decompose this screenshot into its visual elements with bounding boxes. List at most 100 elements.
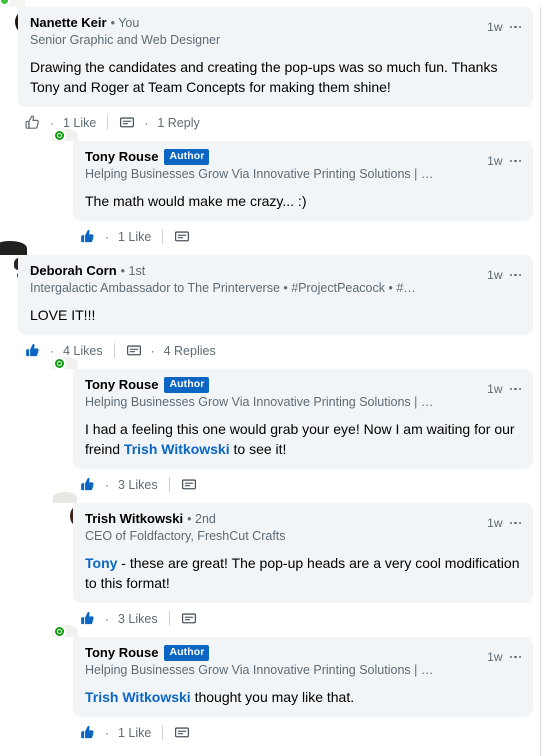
- comment-actions: · 1 Like: [73, 717, 533, 743]
- comment-bubble-icon[interactable]: [181, 611, 197, 627]
- like-count-label[interactable]: 1 Like: [118, 230, 151, 244]
- commenter-identity[interactable]: Tony Rouse Author Helping Businesses Grow …: [85, 149, 479, 182]
- commenter-name-line: Deborah Corn • 1st: [30, 263, 479, 279]
- thumbs-up-filled-icon[interactable]: [79, 610, 96, 627]
- commenter-identity[interactable]: Trish Witkowski • 2nd CEO of Foldfactory, …: [85, 511, 479, 544]
- commenter-headline: Intergalactic Ambassador to The Printerv…: [30, 281, 416, 295]
- commenter-name[interactable]: Deborah Corn: [30, 263, 117, 279]
- comment-text-run: The math would make me crazy... :): [85, 193, 307, 209]
- commenter-headline: Helping Businesses Grow Via Innovative P…: [85, 167, 434, 181]
- reply-action[interactable]: · 4 Replies: [126, 343, 216, 359]
- like-count-label[interactable]: 1 Like: [118, 726, 151, 740]
- comment-timestamp: 1w: [487, 268, 503, 282]
- comment-text-run: - these are great! The pop-up heads are …: [85, 555, 520, 591]
- like-action[interactable]: · 1 Like: [79, 724, 151, 741]
- comment-bubble-icon[interactable]: [181, 477, 197, 493]
- comment-text: Trish Witkowski thought you may like tha…: [85, 687, 521, 707]
- comment-bubble: Nanette Keir • You Senior Graphic and Web …: [18, 7, 533, 107]
- comment-text: LOVE IT!!!: [30, 305, 521, 325]
- like-action[interactable]: · 3 Likes: [79, 476, 158, 493]
- comment-meta: 1w: [487, 149, 521, 168]
- reply-action[interactable]: [174, 229, 190, 245]
- thumbs-up-filled-icon[interactable]: [79, 228, 96, 245]
- open-to-work-indicator: [53, 625, 66, 638]
- comment-meta: 1w: [487, 377, 521, 396]
- commenter-headline: Helping Businesses Grow Via Innovative P…: [85, 663, 434, 677]
- author-badge: Author: [164, 645, 210, 661]
- thumbs-up-filled-icon[interactable]: [79, 724, 96, 741]
- comment-header: Trish Witkowski • 2nd CEO of Foldfactory, …: [85, 511, 521, 544]
- actions-divider: [113, 343, 115, 358]
- more-options-icon[interactable]: [509, 521, 521, 525]
- thumbs-up-filled-icon[interactable]: [79, 476, 96, 493]
- commenter-identity[interactable]: Tony Rouse Author Helping Businesses Grow …: [85, 377, 479, 410]
- commenter-identity[interactable]: Deborah Corn • 1st Intergalactic Ambassado…: [30, 263, 479, 296]
- commenter-name[interactable]: Nanette Keir: [30, 15, 107, 31]
- commenter-name[interactable]: Tony Rouse: [85, 645, 158, 661]
- mention-link[interactable]: Tony: [85, 555, 117, 571]
- like-count-label[interactable]: 4 Likes: [63, 344, 103, 358]
- comment-actions: · 3 Likes: [73, 469, 533, 495]
- comment-thread: Nanette Keir • You Senior Graphic and Web …: [0, 0, 547, 749]
- comment-bubble-icon[interactable]: [174, 725, 190, 741]
- more-options-icon[interactable]: [509, 25, 521, 29]
- thumbs-up-filled-icon[interactable]: [24, 342, 41, 359]
- comment-meta: 1w: [487, 263, 521, 282]
- comment-timestamp: 1w: [487, 154, 503, 168]
- commenter-name-line: Trish Witkowski • 2nd: [85, 511, 479, 527]
- like-action[interactable]: · 1 Like: [79, 228, 151, 245]
- comment-body-column: Tony Rouse Author Helping Businesses Grow …: [73, 141, 533, 247]
- comment-timestamp: 1w: [487, 516, 503, 530]
- comment-bubble-icon[interactable]: [126, 343, 142, 359]
- connection-degree: • You: [110, 16, 140, 30]
- connection-degree: • 2nd: [187, 512, 216, 526]
- comment-bubble: Tony Rouse Author Helping Businesses Grow …: [73, 141, 533, 221]
- like-action[interactable]: · 3 Likes: [79, 610, 158, 627]
- separator-dot: ·: [144, 115, 149, 130]
- comment-meta: 1w: [487, 15, 521, 34]
- reply-action[interactable]: [181, 477, 197, 493]
- reply-action[interactable]: · 1 Reply: [119, 115, 200, 131]
- comment-text: Drawing the candidates and creating the …: [30, 57, 521, 97]
- comment-c4: Tony Rouse Author Helping Businesses Grow …: [0, 357, 547, 495]
- like-count-label[interactable]: 1 Like: [63, 116, 96, 130]
- comment-text-run: LOVE IT!!!: [30, 307, 96, 323]
- mention-link[interactable]: Trish Witkowski: [124, 441, 230, 457]
- separator-dot: ·: [105, 229, 109, 244]
- reply-action[interactable]: [181, 611, 197, 627]
- reply-count-label[interactable]: 4 Replies: [164, 344, 216, 358]
- comment-header: Tony Rouse Author Helping Businesses Grow …: [85, 645, 521, 678]
- comments-panel: Nanette Keir • You Senior Graphic and Web …: [0, 0, 547, 756]
- commenter-identity[interactable]: Tony Rouse Author Helping Businesses Grow …: [85, 645, 479, 678]
- comment-bubble-icon[interactable]: [174, 229, 190, 245]
- commenter-name-line: Tony Rouse Author: [85, 645, 479, 661]
- mention-link[interactable]: Trish Witkowski: [85, 689, 191, 705]
- commenter-name[interactable]: Tony Rouse: [85, 377, 158, 393]
- comment-text: Tony - these are great! The pop-up heads…: [85, 553, 521, 593]
- comment-text-run: to see it!: [229, 441, 287, 457]
- more-options-icon[interactable]: [509, 159, 521, 163]
- commenter-identity[interactable]: Nanette Keir • You Senior Graphic and Web …: [30, 15, 479, 48]
- commenter-name[interactable]: Tony Rouse: [85, 149, 158, 165]
- comment-header: Tony Rouse Author Helping Businesses Grow …: [85, 149, 521, 182]
- actions-divider: [168, 611, 170, 626]
- actions-divider: [107, 115, 109, 130]
- like-count-label[interactable]: 3 Likes: [118, 612, 158, 626]
- more-options-icon[interactable]: [509, 273, 521, 277]
- commenter-headline: CEO of Foldfactory, FreshCut Crafts: [85, 529, 286, 543]
- comment-body-column: Tony Rouse Author Helping Businesses Grow …: [73, 637, 533, 743]
- comment-bubble-icon[interactable]: [119, 115, 135, 131]
- reply-count-label[interactable]: 1 Reply: [157, 116, 199, 130]
- commenter-name[interactable]: Trish Witkowski: [85, 511, 183, 527]
- commenter-headline: Helping Businesses Grow Via Innovative P…: [85, 395, 434, 409]
- comment-text: The math would make me crazy... :): [85, 191, 521, 211]
- actions-divider: [168, 477, 170, 492]
- thumbs-up-outline-icon[interactable]: [24, 114, 41, 131]
- comment-actions: · 4 Likes · 4 Replies: [18, 335, 533, 361]
- more-options-icon[interactable]: [509, 387, 521, 391]
- reply-action[interactable]: [174, 725, 190, 741]
- like-count-label[interactable]: 3 Likes: [118, 478, 158, 492]
- comment-meta: 1w: [487, 511, 521, 530]
- actions-divider: [162, 229, 164, 244]
- more-options-icon[interactable]: [509, 655, 521, 659]
